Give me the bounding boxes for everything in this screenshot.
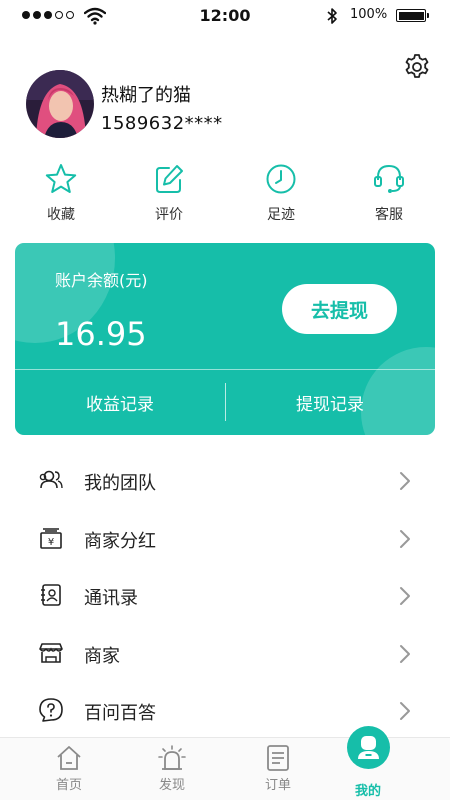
status-bar: 12:00 100% xyxy=(0,0,450,32)
team-icon xyxy=(39,470,63,489)
order-icon xyxy=(267,745,289,771)
active-tab-indicator xyxy=(347,726,390,769)
home-icon xyxy=(57,746,81,770)
menu-item-my-team[interactable]: 我的团队 xyxy=(0,452,450,510)
tab-label: 发现 xyxy=(158,778,185,793)
withdraw-button[interactable]: 去提现 xyxy=(282,284,397,334)
balance-amount: 16.95 xyxy=(55,315,147,353)
star-icon xyxy=(45,164,77,193)
quick-action-label: 收藏 xyxy=(47,207,75,223)
menu-item-label: 通讯录 xyxy=(84,588,138,609)
withdraw-records-link[interactable]: 提现记录 xyxy=(225,370,435,435)
menu-item-label: 百问百答 xyxy=(84,703,156,724)
quick-action-label: 客服 xyxy=(375,207,403,223)
tab-home[interactable]: 首页 xyxy=(24,738,114,800)
user-icon xyxy=(358,736,379,759)
gear-icon[interactable] xyxy=(402,52,432,82)
contacts-icon xyxy=(41,584,61,606)
tab-mine[interactable]: 我的 xyxy=(323,726,413,800)
nickname: 热糊了的猫 xyxy=(101,85,191,106)
discover-icon xyxy=(158,745,186,770)
quick-action-label: 评价 xyxy=(155,207,183,223)
quick-actions: 收藏 评价 足迹 客服 xyxy=(0,160,450,230)
menu-list: 我的团队 ¥ 商家分红 通讯录 商家 百问百答 xyxy=(0,452,450,740)
phone-number: 1589632**** xyxy=(101,113,223,134)
menu-item-label: 商家分红 xyxy=(84,530,156,552)
menu-item-label: 商家 xyxy=(84,645,120,667)
income-records-link[interactable]: 收益记录 xyxy=(15,370,225,435)
menu-item-merchant-dividend[interactable]: ¥ 商家分红 xyxy=(0,510,450,568)
edit-icon xyxy=(156,165,183,193)
tab-bar: 首页 发现 订单 我的 xyxy=(0,726,450,800)
balance-label: 账户余额(元) xyxy=(55,271,148,290)
quick-action-favorites[interactable]: 收藏 xyxy=(16,160,106,226)
menu-item-label: 我的团队 xyxy=(84,473,156,494)
tab-discover[interactable]: 发现 xyxy=(127,738,217,800)
dividend-icon: ¥ xyxy=(40,527,62,549)
battery-icon xyxy=(396,9,429,22)
bluetooth-icon xyxy=(327,8,337,24)
chevron-right-icon xyxy=(400,644,410,663)
quick-action-customer-service[interactable]: 客服 xyxy=(344,160,434,226)
menu-item-merchants[interactable]: 商家 xyxy=(0,625,450,683)
svg-text:¥: ¥ xyxy=(48,537,54,548)
quick-action-reviews[interactable]: 评价 xyxy=(124,160,214,226)
chevron-right-icon xyxy=(400,702,410,720)
chevron-right-icon xyxy=(400,587,410,605)
tab-label: 订单 xyxy=(264,778,291,793)
tab-orders[interactable]: 订单 xyxy=(233,738,323,800)
quick-action-footprints[interactable]: 足迹 xyxy=(236,160,326,226)
menu-item-contacts[interactable]: 通讯录 xyxy=(0,567,450,625)
store-icon xyxy=(39,642,63,663)
question-icon xyxy=(39,698,63,722)
balance-card: 账户余额(元) 16.95 去提现 收益记录 提现记录 xyxy=(15,243,435,435)
battery-percent: 100% xyxy=(350,7,388,22)
clock-icon xyxy=(266,164,296,194)
headset-icon xyxy=(374,164,404,193)
chevron-right-icon xyxy=(400,472,410,490)
tab-label: 我的 xyxy=(354,784,381,799)
tab-label: 首页 xyxy=(55,778,82,793)
chevron-right-icon xyxy=(400,529,410,548)
quick-action-label: 足迹 xyxy=(267,207,295,223)
avatar[interactable] xyxy=(26,70,94,138)
